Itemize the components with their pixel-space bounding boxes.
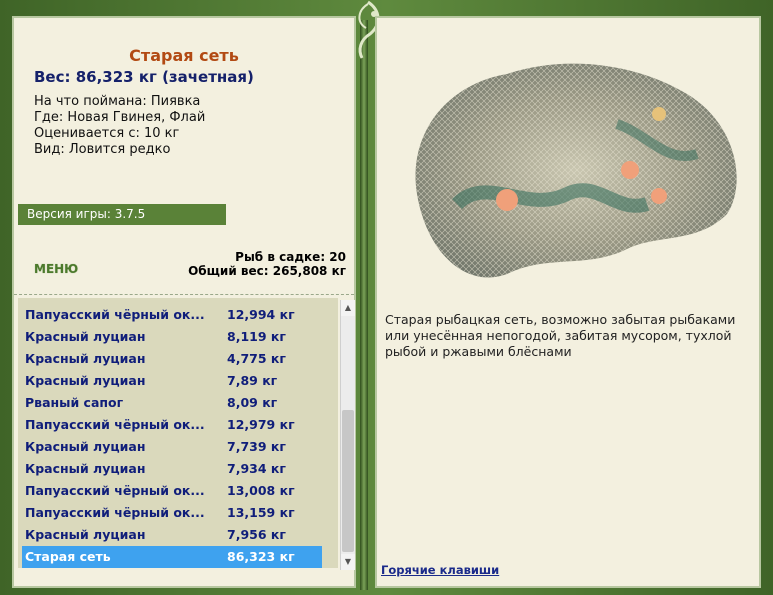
catch-list-row[interactable]: Красный луциан 8,119 кг <box>22 326 322 348</box>
kind-info: Вид: Ловится редко <box>34 142 171 157</box>
catch-list-row[interactable]: Красный луциан 4,775 кг <box>22 348 322 370</box>
catch-list-row[interactable]: Красный луциан 7,739 кг <box>22 436 322 458</box>
catch-list-row[interactable]: Красный луциан 7,89 кг <box>22 370 322 392</box>
catch-name: Папуасский чёрный ок... <box>25 307 205 322</box>
catch-name: Старая сеть <box>25 549 111 564</box>
catch-weight: 7,956 кг <box>227 527 286 542</box>
catch-weight: 12,979 кг <box>227 417 295 432</box>
keep-summary: Рыб в садке: 20 Общий вес: 265,808 кг <box>188 250 346 278</box>
catch-name: Папуасский чёрный ок... <box>25 505 205 520</box>
catch-weight: 13,159 кг <box>227 505 295 520</box>
catch-list-row[interactable]: Папуасский чёрный ок... 12,994 кг <box>22 304 322 326</box>
scroll-thumb[interactable] <box>342 410 354 552</box>
catch-list[interactable]: Папуасский чёрный ок... 12,994 кг Красный … <box>18 298 338 568</box>
keep-count: Рыб в садке: 20 <box>235 250 346 264</box>
catch-weight: 7,739 кг <box>227 439 286 454</box>
scroll-down-icon[interactable]: ▼ <box>341 554 355 570</box>
old-net-image <box>415 63 737 278</box>
catch-weight: 13,008 кг <box>227 483 295 498</box>
catch-name: Красный луциан <box>25 373 146 388</box>
hotkeys-link[interactable]: Горячие клавиши <box>381 563 499 577</box>
catch-list-row[interactable]: Папуасский чёрный ок... 12,979 кг <box>22 414 322 436</box>
catch-name: Рваный сапог <box>25 395 124 410</box>
catch-weight: 7,89 кг <box>227 373 278 388</box>
counted-from-info: Оценивается с: 10 кг <box>34 126 180 141</box>
item-description: Старая рыбацкая сеть, возможно забытая р… <box>385 312 736 359</box>
catch-weight: 86,323 кг <box>227 549 295 564</box>
catch-list-row[interactable]: Папуасский чёрный ок... 13,008 кг <box>22 480 322 502</box>
scroll-up-icon[interactable]: ▲ <box>341 300 355 316</box>
catch-name: Красный луциан <box>25 461 146 476</box>
catch-list-row[interactable]: Рваный сапог 8,09 кг <box>22 392 322 414</box>
catch-name: Красный луциан <box>25 527 146 542</box>
item-detail-panel: Старая рыбацкая сеть, возможно забытая р… <box>375 16 761 588</box>
catch-name: Папуасский чёрный ок... <box>25 417 205 432</box>
catch-weight: 4,775 кг <box>227 351 286 366</box>
catch-weight: 7,934 кг <box>227 461 286 476</box>
keep-total-weight: Общий вес: 265,808 кг <box>188 264 346 278</box>
catch-list-row[interactable]: Красный луциан 7,956 кг <box>22 524 322 546</box>
bait-info: На что поймана: Пиявка <box>34 94 201 109</box>
catch-name: Папуасский чёрный ок... <box>25 483 205 498</box>
catch-weight: 12,994 кг <box>227 307 295 322</box>
separator <box>14 294 354 295</box>
catch-list-row[interactable]: Папуасский чёрный ок... 13,159 кг <box>22 502 322 524</box>
location-info: Где: Новая Гвинея, Флай <box>34 110 206 125</box>
catch-weight: 8,09 кг <box>227 395 278 410</box>
catch-list-row[interactable]: Старая сеть 86,323 кг <box>22 546 322 568</box>
item-weight: Вес: 86,323 кг (зачетная) <box>34 68 254 86</box>
catch-weight: 8,119 кг <box>227 329 286 344</box>
list-scrollbar[interactable]: ▲ ▼ <box>340 300 355 570</box>
catch-name: Красный луциан <box>25 329 146 344</box>
item-title: Старая сеть <box>129 46 239 65</box>
catch-info-panel: Старая сеть Вес: 86,323 кг (зачетная) На… <box>12 16 356 588</box>
catch-list-row[interactable]: Красный луциан 7,934 кг <box>22 458 322 480</box>
panel-divider <box>360 20 368 590</box>
menu-button[interactable]: МЕНЮ <box>34 262 78 276</box>
catch-name: Красный луциан <box>25 439 146 454</box>
catch-name: Красный луциан <box>25 351 146 366</box>
game-version: Версия игры: 3.7.5 <box>18 204 226 225</box>
